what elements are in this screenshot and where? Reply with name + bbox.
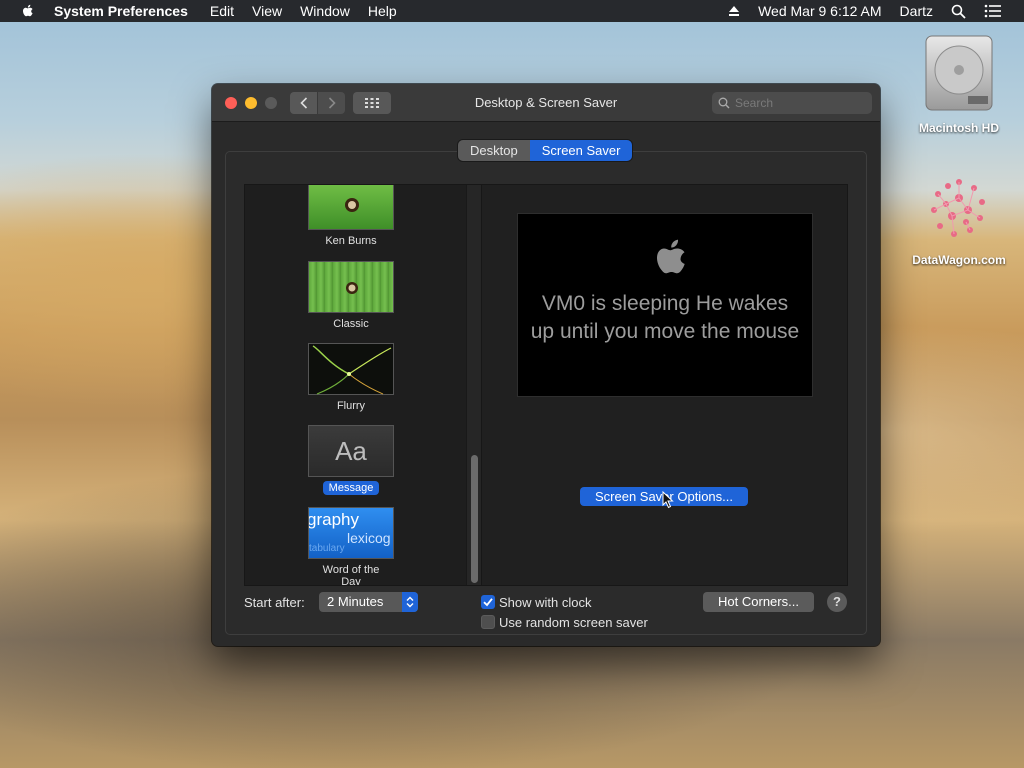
random-screen-saver-checkbox[interactable]	[481, 615, 495, 629]
help-button[interactable]: ?	[827, 592, 847, 612]
scrollbar-thumb[interactable]	[471, 455, 478, 583]
menu-view[interactable]: View	[252, 3, 282, 19]
hard-drive-icon	[925, 35, 993, 111]
menubar-user[interactable]: Dartz	[900, 3, 933, 19]
thumb-word: lexicog	[347, 530, 391, 546]
popup-arrows-icon	[402, 592, 418, 612]
notification-center-icon[interactable]	[984, 4, 1002, 18]
saver-label: Ken Burns	[325, 235, 377, 247]
search-input[interactable]	[735, 96, 855, 110]
ladybug-icon	[345, 198, 359, 212]
start-after-popup[interactable]: 2 Minutes	[319, 592, 418, 612]
mouse-cursor-icon	[662, 491, 674, 509]
saver-label: Word of the Day	[322, 564, 380, 586]
show-with-clock-label[interactable]: Show with clock	[499, 595, 591, 610]
desktop-icon-label: Macintosh HD	[918, 121, 999, 135]
saver-label: Flurry	[336, 400, 366, 412]
scrollbar[interactable]	[466, 185, 481, 585]
menu-window[interactable]: Window	[300, 3, 350, 19]
start-after-value: 2 Minutes	[327, 594, 384, 609]
desktop-icon-datawagon[interactable]: DataWagon.com	[904, 172, 1014, 267]
thumb-word: tabulary	[309, 543, 345, 554]
desktop-icon-label: DataWagon.com	[912, 253, 1006, 267]
tab-selector: Desktop Screen Saver	[458, 140, 633, 161]
desktop-icon-macintosh-hd[interactable]: Macintosh HD	[904, 34, 1014, 135]
message-thumbnail: Aa	[308, 425, 394, 477]
screen-saver-preview: VM0 is sleeping He wakes up until you mo…	[517, 213, 813, 397]
menu-bar: System Preferences Edit View Window Help…	[0, 0, 1024, 22]
start-after-label: Start after:	[244, 595, 305, 610]
preview-message: VM0 is sleeping He wakes up until you mo…	[530, 292, 800, 343]
ladybug-icon	[346, 282, 358, 294]
title-bar[interactable]: Desktop & Screen Saver	[212, 84, 880, 122]
preferences-window: Desktop & Screen Saver Desktop Screen Sa…	[212, 84, 880, 646]
saver-label: Message	[322, 481, 380, 495]
menu-edit[interactable]: Edit	[210, 3, 234, 19]
spotlight-search-icon[interactable]	[951, 4, 966, 19]
datawagon-logo-icon	[931, 179, 985, 237]
menubar-clock[interactable]: Wed Mar 9 6:12 AM	[758, 3, 881, 19]
search-field[interactable]	[712, 92, 872, 114]
tab-screen-saver[interactable]: Screen Saver	[529, 140, 633, 161]
saver-message[interactable]: Aa Message	[307, 425, 395, 495]
saver-ken-burns[interactable]: Ken Burns	[307, 185, 395, 248]
flurry-thumbnail	[308, 343, 394, 395]
saver-classic[interactable]: Classic	[307, 261, 395, 331]
menu-help[interactable]: Help	[368, 3, 397, 19]
apple-logo-icon	[657, 239, 685, 274]
word-of-the-day-thumbnail: graphy lexicog tabulary	[308, 507, 394, 559]
menu-app-name[interactable]: System Preferences	[54, 3, 188, 19]
checkmark-icon	[483, 598, 493, 607]
thumb-word: graphy	[308, 510, 359, 529]
screen-saver-list[interactable]: Ken Burns Classic Flurry Aa Message grap…	[244, 184, 482, 586]
preview-area: VM0 is sleeping He wakes up until you mo…	[481, 184, 848, 586]
saver-label: Classic	[333, 318, 369, 330]
tab-desktop[interactable]: Desktop	[458, 140, 530, 161]
random-screen-saver-label[interactable]: Use random screen saver	[499, 615, 648, 630]
search-icon	[718, 97, 730, 109]
saver-flurry[interactable]: Flurry	[307, 343, 395, 413]
show-with-clock-checkbox[interactable]	[481, 595, 495, 609]
saver-word-of-the-day[interactable]: graphy lexicog tabulary Word of the Day	[307, 507, 395, 586]
hot-corners-button[interactable]: Hot Corners...	[703, 592, 814, 612]
flurry-icon	[312, 345, 392, 395]
eject-icon[interactable]	[728, 5, 740, 17]
ken-burns-thumbnail	[308, 185, 394, 230]
classic-thumbnail	[308, 261, 394, 313]
apple-menu-icon[interactable]	[20, 3, 36, 19]
